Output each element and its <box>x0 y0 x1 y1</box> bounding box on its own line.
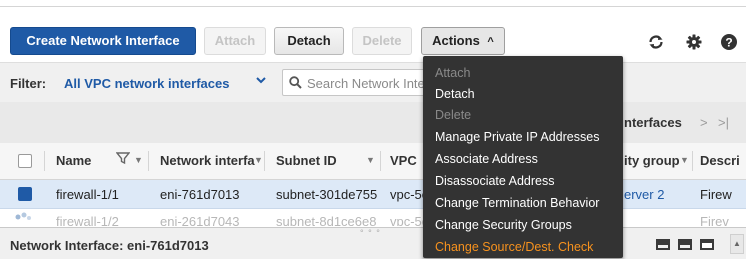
panel-view-bottom-icon[interactable] <box>656 239 670 250</box>
filter-dropdown[interactable]: All VPC network interfaces <box>64 76 229 91</box>
filter-label: Filter: <box>10 76 47 91</box>
sort-caret-icon[interactable]: ▼ <box>134 155 143 165</box>
pagination-label: nterfaces <box>624 115 682 130</box>
column-header-description[interactable]: Descri <box>700 153 740 168</box>
actions-menu: Attach Detach Delete Manage Private IP A… <box>423 56 623 258</box>
help-icon[interactable]: ? <box>720 33 738 51</box>
column-separator <box>44 151 45 171</box>
sort-caret-icon[interactable]: ▼ <box>254 155 263 165</box>
panel-view-maximize-icon[interactable] <box>700 239 714 250</box>
menu-item-associate-address[interactable]: Associate Address <box>435 152 538 166</box>
column-separator <box>264 151 265 171</box>
column-header-subnet-id[interactable]: Subnet ID <box>276 153 337 168</box>
create-network-interface-button[interactable]: Create Network Interface <box>10 27 196 55</box>
refresh-icon[interactable] <box>647 33 665 51</box>
pagination-bar: nterfaces > >| <box>0 102 746 144</box>
select-all-checkbox[interactable] <box>18 154 32 168</box>
menu-item-attach[interactable]: Attach <box>435 66 470 80</box>
resize-handle[interactable]: ° ° ° <box>360 228 381 238</box>
cell-subnet-id: subnet-301de755 <box>276 187 378 202</box>
cell-network-interface: eni-761d7013 <box>160 187 240 202</box>
column-header-security-group[interactable]: ity group <box>624 153 680 168</box>
filter-bar: Filter: All VPC network interfaces Searc… <box>0 62 746 103</box>
chevron-down-icon[interactable] <box>256 76 266 87</box>
delete-button[interactable]: Delete <box>352 27 412 55</box>
table-row[interactable]: firewall-1/2 eni-261d7043 subnet-8d1ce6e… <box>0 208 746 226</box>
cell-subnet-id: subnet-8d1ce6e8 <box>276 214 377 226</box>
menu-item-disassociate-address[interactable]: Disassociate Address <box>435 174 555 188</box>
svg-text:?: ? <box>725 36 732 50</box>
column-header-name[interactable]: Name <box>56 153 91 168</box>
sort-caret-icon[interactable]: ▼ <box>680 155 689 165</box>
column-separator <box>380 151 381 171</box>
menu-item-detach[interactable]: Detach <box>435 87 475 101</box>
menu-item-change-security-groups[interactable]: Change Security Groups <box>435 218 572 232</box>
sort-caret-icon[interactable]: ▼ <box>366 155 375 165</box>
menu-item-change-termination-behavior[interactable]: Change Termination Behavior <box>435 196 599 210</box>
settings-icon[interactable] <box>685 33 703 51</box>
last-page-button[interactable]: >| <box>718 115 729 130</box>
actions-button[interactable]: Actions ^ <box>421 27 505 55</box>
menu-item-manage-private-ip[interactable]: Manage Private IP Addresses <box>435 130 599 144</box>
table-header: Name ▼ Network interfa ▼ Subnet ID ▼ VPC… <box>0 143 746 180</box>
cell-security-group-link[interactable]: erver 2 <box>624 187 664 202</box>
filter-icon[interactable] <box>115 151 131 168</box>
attach-button[interactable]: Attach <box>204 27 266 55</box>
chevron-up-icon: ^ <box>487 36 494 48</box>
detail-panel-header: ° ° ° Network Interface: eni-761d7013 ▲ <box>0 227 746 259</box>
table-row[interactable]: firewall-1/1 eni-761d7013 subnet-301de75… <box>0 180 746 209</box>
scrollbar-up-arrow[interactable]: ▲ <box>730 234 744 254</box>
column-separator <box>692 151 693 171</box>
cell-description: Firew <box>700 187 732 202</box>
menu-item-delete[interactable]: Delete <box>435 108 471 122</box>
column-header-network-interface[interactable]: Network interfa <box>160 153 255 168</box>
next-page-button[interactable]: > <box>700 115 708 130</box>
loading-icon <box>14 211 32 226</box>
menu-item-change-source-dest-check[interactable]: Change Source/Dest. Check <box>435 240 593 254</box>
actions-label: Actions <box>432 33 480 48</box>
cell-name: firewall-1/1 <box>56 187 119 202</box>
search-icon <box>289 76 302 92</box>
column-separator <box>148 151 149 171</box>
panel-view-split-icon[interactable] <box>678 239 692 250</box>
cell-network-interface: eni-261d7043 <box>160 214 240 226</box>
top-divider <box>0 6 746 7</box>
detail-panel-title: Network Interface: eni-761d7013 <box>10 238 209 253</box>
detach-button[interactable]: Detach <box>274 27 344 55</box>
cell-name: firewall-1/2 <box>56 214 119 226</box>
cell-description: Firev <box>700 214 729 226</box>
row-checkbox[interactable] <box>18 187 32 201</box>
column-header-vpc[interactable]: VPC <box>390 153 417 168</box>
